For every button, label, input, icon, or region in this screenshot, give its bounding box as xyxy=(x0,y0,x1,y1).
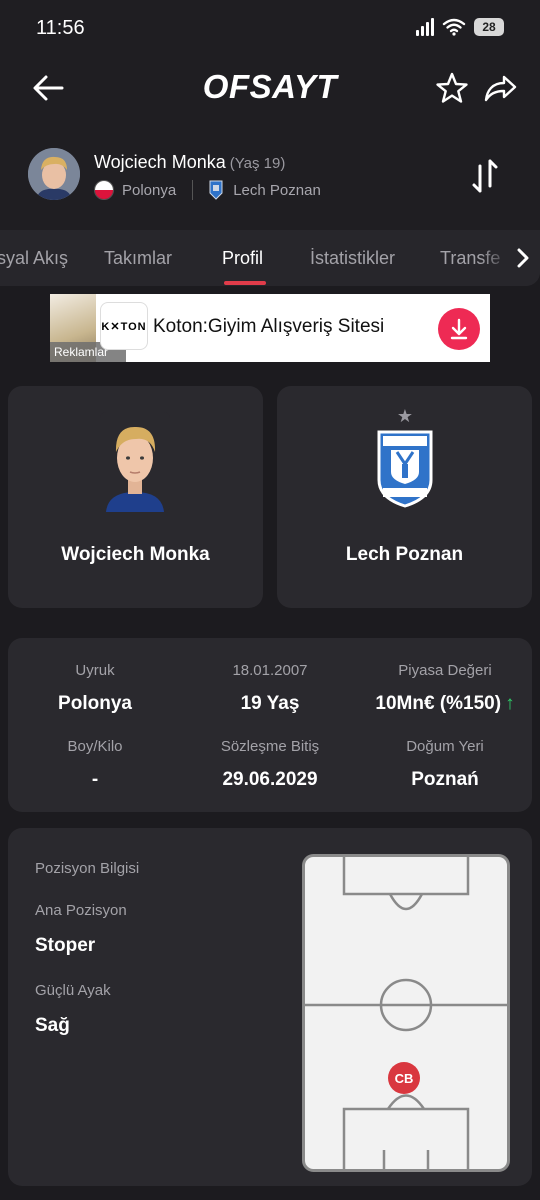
age-value: 19 Yaş xyxy=(240,693,300,714)
player-info-card: Uyruk Polonya 18.01.2007 19 Yaş Piyasa D… xyxy=(8,638,532,812)
player-card-name: Wojciech Monka xyxy=(61,544,210,565)
player-club[interactable]: Lech Poznan xyxy=(233,182,321,199)
player-meta: Polonya Lech Poznan xyxy=(94,180,321,200)
tab-bar: syal Akış Takımlar Profil İstatistikler … xyxy=(0,230,540,286)
star-icon[interactable] xyxy=(432,68,472,108)
tab-teams[interactable]: Takımlar xyxy=(104,248,172,269)
nationality-cell: Uyruk Polonya xyxy=(8,662,182,715)
position-marker: CB xyxy=(388,1062,420,1094)
player-photo xyxy=(100,412,170,512)
chevron-right-icon[interactable] xyxy=(512,246,534,270)
position-marker-label: CB xyxy=(395,1071,414,1086)
nationality-label: Uyruk xyxy=(75,662,115,679)
main-position-value: Stoper xyxy=(35,935,96,956)
share-icon[interactable] xyxy=(480,68,520,108)
height-weight-cell: Boy/Kilo - xyxy=(8,738,182,791)
contract-end-cell: Sözleşme Bitiş 29.06.2029 xyxy=(183,738,357,791)
height-weight-value: - xyxy=(91,769,99,790)
player-country: Polonya xyxy=(122,181,177,199)
swap-icon[interactable] xyxy=(466,156,504,196)
poland-flag-icon xyxy=(94,180,114,200)
app-header: OFSAYT xyxy=(0,56,540,120)
contract-end-label: Sözleşme Bitiş xyxy=(220,738,320,755)
market-value-cell: Piyasa Değeri 10Mn€ (%150) ↑ xyxy=(358,662,532,715)
wifi-icon xyxy=(442,18,466,36)
tab-statistics[interactable]: İstatistikler xyxy=(310,248,395,269)
status-time: 11:56 xyxy=(36,17,85,39)
player-name: Wojciech Monka (Yaş 19) xyxy=(94,152,285,173)
battery-icon: 28 xyxy=(474,18,504,36)
lech-poznan-crest xyxy=(377,430,433,508)
download-icon xyxy=(450,318,468,340)
player-header: Wojciech Monka (Yaş 19) Polonya Lech Pozn… xyxy=(0,120,540,230)
birthdate-cell: 18.01.2007 19 Yaş xyxy=(183,662,357,715)
club-star-icon: ★ xyxy=(396,406,414,426)
birthplace-label: Doğum Yeri xyxy=(406,738,484,755)
height-weight-label: Boy/Kilo xyxy=(67,738,123,755)
signal-icon xyxy=(416,18,434,36)
football-pitch: CB xyxy=(302,854,510,1172)
ad-banner[interactable]: Reklamlar K✕TON Koton:Giyim Alışveriş Si… xyxy=(50,294,490,362)
nationality-value: Polonya xyxy=(58,693,132,714)
active-tab-indicator xyxy=(224,281,266,285)
strong-foot-label: Güçlü Ayak xyxy=(35,982,111,999)
market-value: 10Mn€ (%150) ↑ xyxy=(358,693,532,715)
ad-title: Koton:Giyim Alışveriş Sitesi xyxy=(153,316,385,337)
download-button[interactable] xyxy=(438,308,480,350)
market-value-label: Piyasa Değeri xyxy=(398,662,492,679)
club-badge-icon xyxy=(209,180,223,200)
contract-end-value: 29.06.2029 xyxy=(222,769,318,790)
strong-foot-value: Sağ xyxy=(35,1015,70,1036)
player-name-text: Wojciech Monka xyxy=(94,152,226,172)
player-card[interactable]: Wojciech Monka xyxy=(8,386,263,608)
club-card-name: Lech Poznan xyxy=(345,544,464,565)
player-age: (Yaş 19) xyxy=(229,155,286,172)
koton-logo: K✕TON xyxy=(100,302,148,350)
position-section-title: Pozisyon Bilgisi xyxy=(35,860,140,877)
club-card[interactable]: ★ Lech Poznan xyxy=(277,386,532,608)
tab-social-feed[interactable]: syal Akış xyxy=(0,248,68,269)
trend-up-icon: ↑ xyxy=(505,693,515,714)
birthdate-label: 18.01.2007 xyxy=(232,662,308,679)
main-position-label: Ana Pozisyon xyxy=(35,902,127,919)
tab-profile[interactable]: Profil xyxy=(222,248,263,269)
birthplace-value: Poznań xyxy=(411,769,479,790)
player-avatar[interactable] xyxy=(28,148,80,200)
position-card: Pozisyon Bilgisi Ana Pozisyon Stoper Güç… xyxy=(8,828,532,1186)
birthplace-cell: Doğum Yeri Poznań xyxy=(358,738,532,791)
status-icons: 28 xyxy=(416,18,504,36)
meta-divider xyxy=(192,180,194,200)
status-bar: 11:56 28 xyxy=(0,0,540,56)
market-value-text: 10Mn€ (%150) xyxy=(375,693,502,714)
